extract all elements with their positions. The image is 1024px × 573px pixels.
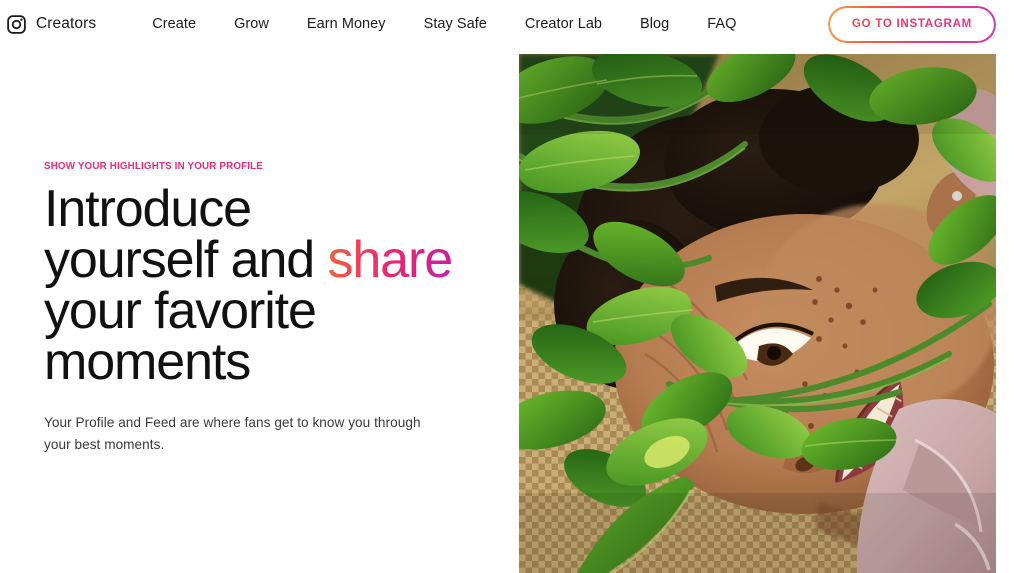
header-cta-container: GO TO INSTAGRAM — [827, 5, 996, 43]
headline-line-3: your favorite — [44, 282, 317, 340]
page-root: Creators Create Grow Earn Money Stay Saf… — [0, 0, 1024, 573]
brand-label: Creators — [36, 15, 97, 32]
go-to-instagram-label: GO TO INSTAGRAM — [851, 18, 972, 30]
nav-item-earn-money[interactable]: Earn Money — [307, 10, 386, 38]
hero-body-text: Your Profile and Feed are where fans get… — [44, 415, 421, 452]
headline-line-1: Introduce — [44, 180, 252, 238]
nav-item-creator-lab[interactable]: Creator Lab — [525, 10, 602, 38]
hero-copy: SHOW YOUR HIGHLIGHTS IN YOUR PROFILE Int… — [44, 160, 474, 456]
nav-item-create[interactable]: Create — [152, 10, 196, 38]
hero-eyebrow: SHOW YOUR HIGHLIGHTS IN YOUR PROFILE — [44, 160, 264, 172]
page-title: Introduce yourself and share your favori… — [44, 183, 474, 391]
smiling-person-lying-in-pothos-leaves-photo — [519, 54, 996, 573]
go-to-instagram-button[interactable]: GO TO INSTAGRAM — [827, 5, 996, 43]
nav-item-grow[interactable]: Grow — [234, 10, 269, 38]
headline-line-2-prefix: yourself and — [44, 231, 328, 289]
headline-accent-share: share — [327, 231, 453, 289]
instagram-camera-icon — [6, 14, 27, 35]
brand-logo-link[interactable]: Creators — [6, 14, 96, 35]
site-header: Creators Create Grow Earn Money Stay Saf… — [0, 0, 1024, 48]
nav-item-blog[interactable]: Blog — [640, 10, 669, 38]
headline-line-4: moments — [44, 333, 251, 391]
nav-item-faq[interactable]: FAQ — [707, 10, 736, 38]
primary-navigation: Create Grow Earn Money Stay Safe Creator… — [152, 10, 736, 38]
nav-item-stay-safe[interactable]: Stay Safe — [424, 10, 487, 38]
